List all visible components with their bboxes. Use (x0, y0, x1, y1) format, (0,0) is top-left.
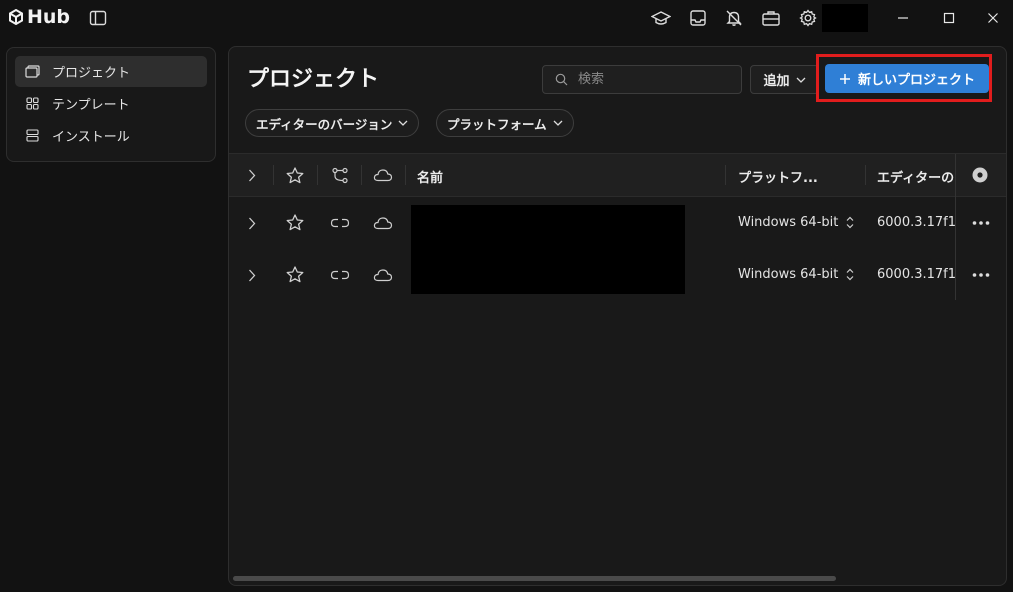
filter-label: エディターのバージョン (256, 116, 393, 132)
app-logo: Hub (8, 6, 70, 28)
new-project-button-label: 新しいプロジェクト (857, 73, 975, 88)
platform-selector[interactable]: Windows 64-bit (738, 267, 854, 282)
search-box[interactable] (542, 65, 742, 94)
sidebar-item-label: テンプレート (52, 98, 130, 113)
user-avatar[interactable] (822, 4, 868, 32)
plus-icon (839, 73, 851, 85)
sidebar-item-label: プロジェクト (52, 66, 131, 81)
close-window-icon[interactable] (972, 0, 1013, 36)
chevron-up-down-icon (846, 268, 854, 281)
link-icon (328, 263, 352, 287)
filter-editor-version[interactable]: エディターのバージョン (245, 109, 420, 137)
editor-version-value[interactable]: 6000.3.17f1 (877, 215, 956, 230)
sidebar: プロジェクト テンプレート インストール (6, 47, 216, 162)
table-header: 名前 プラットフ... エディターの (229, 153, 1006, 197)
briefcase-icon[interactable] (759, 6, 783, 30)
add-button-label: 追加 (763, 74, 790, 89)
filter-label: プラットフォーム (447, 116, 547, 132)
page-title: プロジェクト (247, 67, 380, 92)
chevron-up-down-icon (846, 216, 854, 229)
add-project-dropdown-button[interactable]: 追加 (750, 65, 819, 94)
favorite-star-icon[interactable] (283, 262, 307, 286)
chevron-down-icon (553, 120, 563, 126)
column-header-name[interactable]: 名前 (417, 167, 443, 186)
filter-platform[interactable]: プラットフォーム (436, 109, 574, 137)
chevron-down-icon (796, 77, 806, 83)
sidebar-item-label: インストール (52, 130, 130, 145)
learn-graduation-cap-icon[interactable] (649, 6, 673, 30)
expand-row-chevron-icon[interactable] (240, 263, 264, 287)
unity-logo-icon (8, 9, 24, 25)
projects-panel: プロジェクト 追加 新しいプロジェクト エディターのバージョン プラットフォーム (228, 46, 1007, 586)
platform-value: Windows 64-bit (738, 267, 839, 282)
project-names-redacted (411, 205, 685, 294)
sidebar-toggle-icon[interactable] (86, 6, 110, 30)
templates-icon (24, 97, 40, 110)
app-logo-text: Hub (27, 6, 71, 28)
column-header-editor-version[interactable]: エディターの (877, 167, 954, 186)
horizontal-scrollbar[interactable] (233, 576, 836, 581)
table-settings-gear-icon[interactable] (968, 163, 992, 187)
cloud-icon (371, 263, 395, 287)
cloud-icon (371, 211, 395, 235)
platform-selector[interactable]: Windows 64-bit (738, 215, 854, 230)
platform-value: Windows 64-bit (738, 215, 839, 230)
cloud-column-icon[interactable] (371, 163, 395, 187)
editor-version-value[interactable]: 6000.3.17f1 (877, 267, 956, 282)
new-project-button[interactable]: 新しいプロジェクト (825, 64, 989, 93)
favorite-star-icon[interactable] (283, 210, 307, 234)
favorite-star-column-icon[interactable] (283, 163, 307, 187)
actions-column-divider (955, 196, 956, 300)
inbox-icon[interactable] (686, 6, 710, 30)
title-bar: Hub (0, 0, 1013, 36)
expand-all-chevron-icon[interactable] (240, 163, 264, 187)
installs-icon (24, 129, 40, 142)
maximize-window-icon[interactable] (926, 0, 972, 36)
link-icon (328, 211, 352, 235)
column-header-platform[interactable]: プラットフ... (738, 167, 818, 186)
more-options-ellipsis-icon[interactable] (969, 263, 993, 287)
expand-row-chevron-icon[interactable] (240, 211, 264, 235)
sidebar-item-projects[interactable]: プロジェクト (15, 56, 207, 87)
search-input[interactable] (576, 71, 730, 88)
projects-icon (24, 65, 40, 78)
version-control-branch-icon[interactable] (328, 163, 352, 187)
notifications-off-bell-icon[interactable] (722, 6, 746, 30)
chevron-down-icon (398, 120, 408, 126)
settings-gear-icon[interactable] (796, 6, 820, 30)
search-icon (555, 73, 568, 86)
more-options-ellipsis-icon[interactable] (969, 211, 993, 235)
minimize-window-icon[interactable] (880, 0, 926, 36)
sidebar-item-installs[interactable]: インストール (15, 120, 207, 151)
sidebar-item-templates[interactable]: テンプレート (15, 88, 207, 119)
